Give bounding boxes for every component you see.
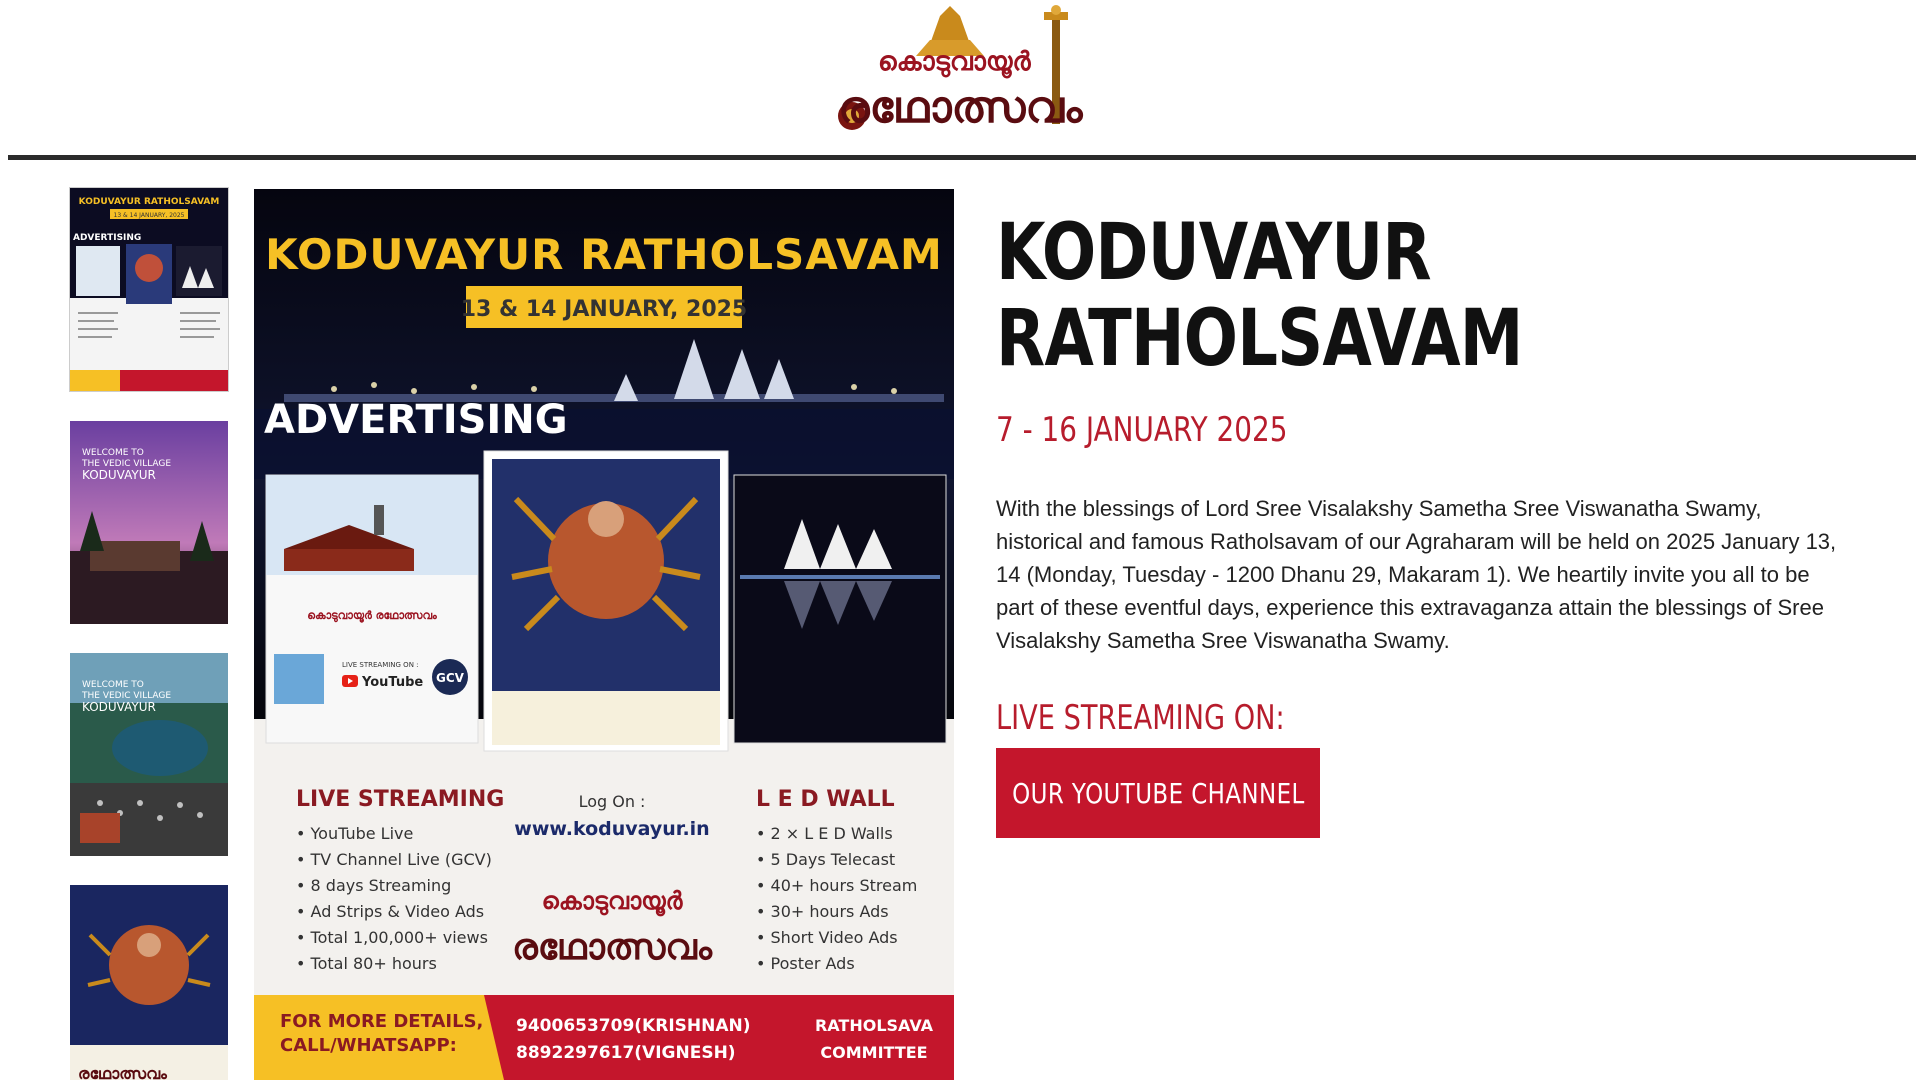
event-dates: 7 - 16 JANUARY 2025 [996, 410, 1288, 450]
poster-tag: ADVERTISING [264, 397, 568, 443]
youtube-channel-button[interactable]: OUR YOUTUBE CHANNEL [996, 748, 1320, 838]
poster-led-item: • 40+ hours Stream [756, 876, 917, 895]
poster-live-item: • 8 days Streaming [296, 876, 451, 895]
poster-led-item: • 5 Days Telecast [756, 850, 895, 869]
poster-led-item: • 30+ hours Ads [756, 902, 889, 921]
poster-date: 13 & 14 JANUARY, 2025 [461, 297, 748, 322]
poster-led-item: • 2 × L E D Walls [756, 824, 893, 843]
event-description: With the blessings of Lord Sree Visalaks… [996, 496, 1837, 653]
main-poster-image[interactable]: KODUVAYUR RATHOLSAVAM 13 & 14 JANUARY, 2… [254, 189, 954, 1080]
poster-live-item: • YouTube Live [296, 824, 413, 843]
poster-live-heading: LIVE STREAMING [296, 787, 504, 812]
thumb1-tag: ADVERTISING [73, 233, 141, 243]
thumb3-place: KODUVAYUR [82, 700, 156, 714]
poster-card-streaming: LIVE STREAMING ON : [342, 661, 419, 669]
poster-logon-url: www.koduvayur.in [514, 818, 709, 840]
live-streaming-label: LIVE STREAMING ON: [996, 698, 1285, 738]
poster-card-caption: കൊടുവായൂർ രഥോത്സവം [307, 609, 437, 623]
poster-phone-1: 9400653709(KRISHNAN) [516, 1016, 751, 1036]
event-title: KODUVAYUR RATHOLSAVAM [996, 208, 1523, 384]
ratholsavam-logo-icon: കൊടുവായൂർ രഥോത്സവം [838, 5, 1084, 133]
poster-live-item: • Ad Strips & Video Ads [296, 902, 484, 921]
thumbnail-1[interactable]: KODUVAYUR RATHOLSAVAM 13 & 14 JANUARY, 2… [69, 187, 229, 392]
header-divider [8, 155, 1916, 160]
poster-card-gcv: GCV [436, 671, 465, 685]
thumb1-date: 13 & 14 JANUARY, 2025 [114, 212, 185, 219]
poster-phone-2: 8892297617(VIGNESH) [516, 1043, 736, 1063]
poster-card-youtube: YouTube [361, 675, 423, 690]
thumb4-caption: രഥോത്സവം [78, 1064, 168, 1080]
youtube-channel-button-label: OUR YOUTUBE CHANNEL [1011, 776, 1305, 810]
site-header: കൊടുവായൂർ രഥോത്സവം [0, 0, 1920, 160]
site-logo[interactable]: കൊടുവായൂർ രഥോത്സവം [830, 4, 1090, 138]
poster-center-logo-2: രഥോത്സവം [512, 927, 713, 968]
poster-committee-2: COMMITTEE [820, 1043, 927, 1062]
poster-center-logo-1: കൊടുവായൂർ [542, 887, 684, 917]
poster-led-item: • Short Video Ads [756, 928, 898, 947]
poster-led-item: • Poster Ads [756, 954, 855, 973]
poster-led-heading: L E D WALL [756, 787, 895, 812]
poster-live-item: • TV Channel Live (GCV) [296, 850, 492, 869]
poster-footer-left-2: CALL/WHATSAPP: [280, 1035, 457, 1056]
thumb3-welcome: WELCOME TO [82, 680, 144, 690]
poster-committee-1: RATHOLSAVA [815, 1016, 934, 1035]
logo-line2: രഥോത്സവം [838, 82, 1084, 133]
poster-logon-label: Log On : [579, 792, 646, 811]
poster-live-item: • Total 80+ hours [296, 954, 437, 973]
thumb1-title: KODUVAYUR RATHOLSAVAM [79, 197, 220, 207]
poster-title: KODUVAYUR RATHOLSAVAM [265, 230, 943, 279]
event-info: KODUVAYUR RATHOLSAVAM 7 - 16 JANUARY 202… [996, 208, 1866, 838]
thumb2-place: KODUVAYUR [82, 468, 156, 482]
thumb2-welcome: WELCOME TO [82, 448, 144, 458]
thumbnail-2[interactable]: WELCOME TO THE VEDIC VILLAGE KODUVAYUR [70, 421, 228, 624]
poster-live-item: • Total 1,00,000+ views [296, 928, 488, 947]
poster-footer-left-1: FOR MORE DETAILS, [280, 1011, 483, 1032]
thumbnail-4[interactable]: രഥോത്സവം [70, 885, 228, 1080]
thumbnail-3[interactable]: WELCOME TO THE VEDIC VILLAGE KODUVAYUR [70, 653, 228, 856]
logo-line1: കൊടുവായൂർ [878, 47, 1031, 79]
